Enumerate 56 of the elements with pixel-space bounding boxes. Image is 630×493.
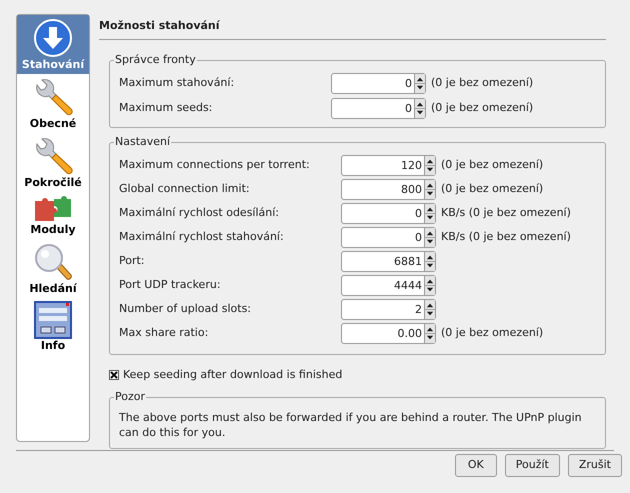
field-label: Port UDP trackeru: [119,276,222,293]
hint-text: (0 je bez omezení) [430,74,534,91]
field-label: Maximum stahování: [119,74,236,91]
spin-arrows-icon[interactable] [424,276,435,294]
group-title: Správce fronty [114,52,197,66]
hint-text: KB/s (0 je bez omezení) [440,228,572,245]
notice-text: The above ports must also be forwarded if you are behind a router. The UPnP plugin can do this for you. [118,410,583,441]
puzzle-icon [33,195,73,223]
magnifier-icon [33,242,73,282]
field-label: Maximální rychlost stahování: [119,228,285,245]
dialog-button[interactable]: OK [454,454,497,477]
spin-box[interactable]: 0.00 [341,322,436,344]
spin-arrows-icon[interactable] [414,74,425,92]
sidebar-item[interactable]: Hledání [17,239,89,298]
sidebar-item[interactable]: Pokročilé [17,133,89,192]
sidebar-item[interactable]: Info [17,298,89,355]
checkbox[interactable] [109,370,119,380]
sidebar-item[interactable]: Obecné [17,74,89,133]
field-label: Port: [119,252,146,269]
spin-box[interactable]: 0 [341,226,436,248]
page-title: Možnosti stahování [99,14,606,40]
spin-box[interactable]: 0 [331,72,426,94]
spin-arrows-icon[interactable] [424,180,435,198]
dialog-button[interactable]: Použít [504,454,560,477]
hint-text: (0 je bez omezení) [440,180,544,197]
field-label: Max share ratio: [119,324,210,341]
spin-box[interactable]: 4444 [341,274,436,296]
download-icon [33,18,73,58]
hint-text: (0 je bez omezení) [440,156,544,173]
spin-box[interactable]: 0 [331,98,426,118]
spin-box[interactable]: 6881 [341,250,436,272]
hint-text: (0 je bez omezení) [430,100,534,116]
spin-arrows-icon[interactable] [424,300,435,318]
checkbox-label[interactable]: Keep seeding after download is finished [123,366,342,383]
field-label: Maximum connections per torrent: [119,156,311,173]
dialog-button[interactable]: Zrušit [568,454,622,477]
spin-arrows-icon[interactable] [424,156,435,174]
spin-box[interactable]: 800 [341,178,436,200]
sidebar-item[interactable]: Stahování [17,15,89,74]
spin-box[interactable]: 2 [341,298,436,320]
spin-arrows-icon[interactable] [424,228,435,246]
window-icon [34,301,72,339]
field-label: Global connection limit: [119,180,251,197]
group-title: Nastavení [114,134,172,148]
spin-arrows-icon[interactable] [424,252,435,270]
field-label: Number of upload slots: [119,300,252,317]
sidebar-item[interactable]: Moduly [17,192,89,239]
spin-box[interactable]: 0 [341,202,436,224]
spin-box[interactable]: 120 [341,154,436,176]
field-label: Maximální rychlost odesílání: [119,204,280,221]
spin-arrows-icon[interactable] [424,204,435,222]
hint-text: KB/s (0 je bez omezení) [440,204,572,221]
field-label: Maximum seeds: [119,100,214,116]
spin-arrows-icon[interactable] [424,324,435,342]
spin-arrows-icon[interactable] [414,98,425,118]
hint-text: (0 je bez omezení) [440,324,544,341]
